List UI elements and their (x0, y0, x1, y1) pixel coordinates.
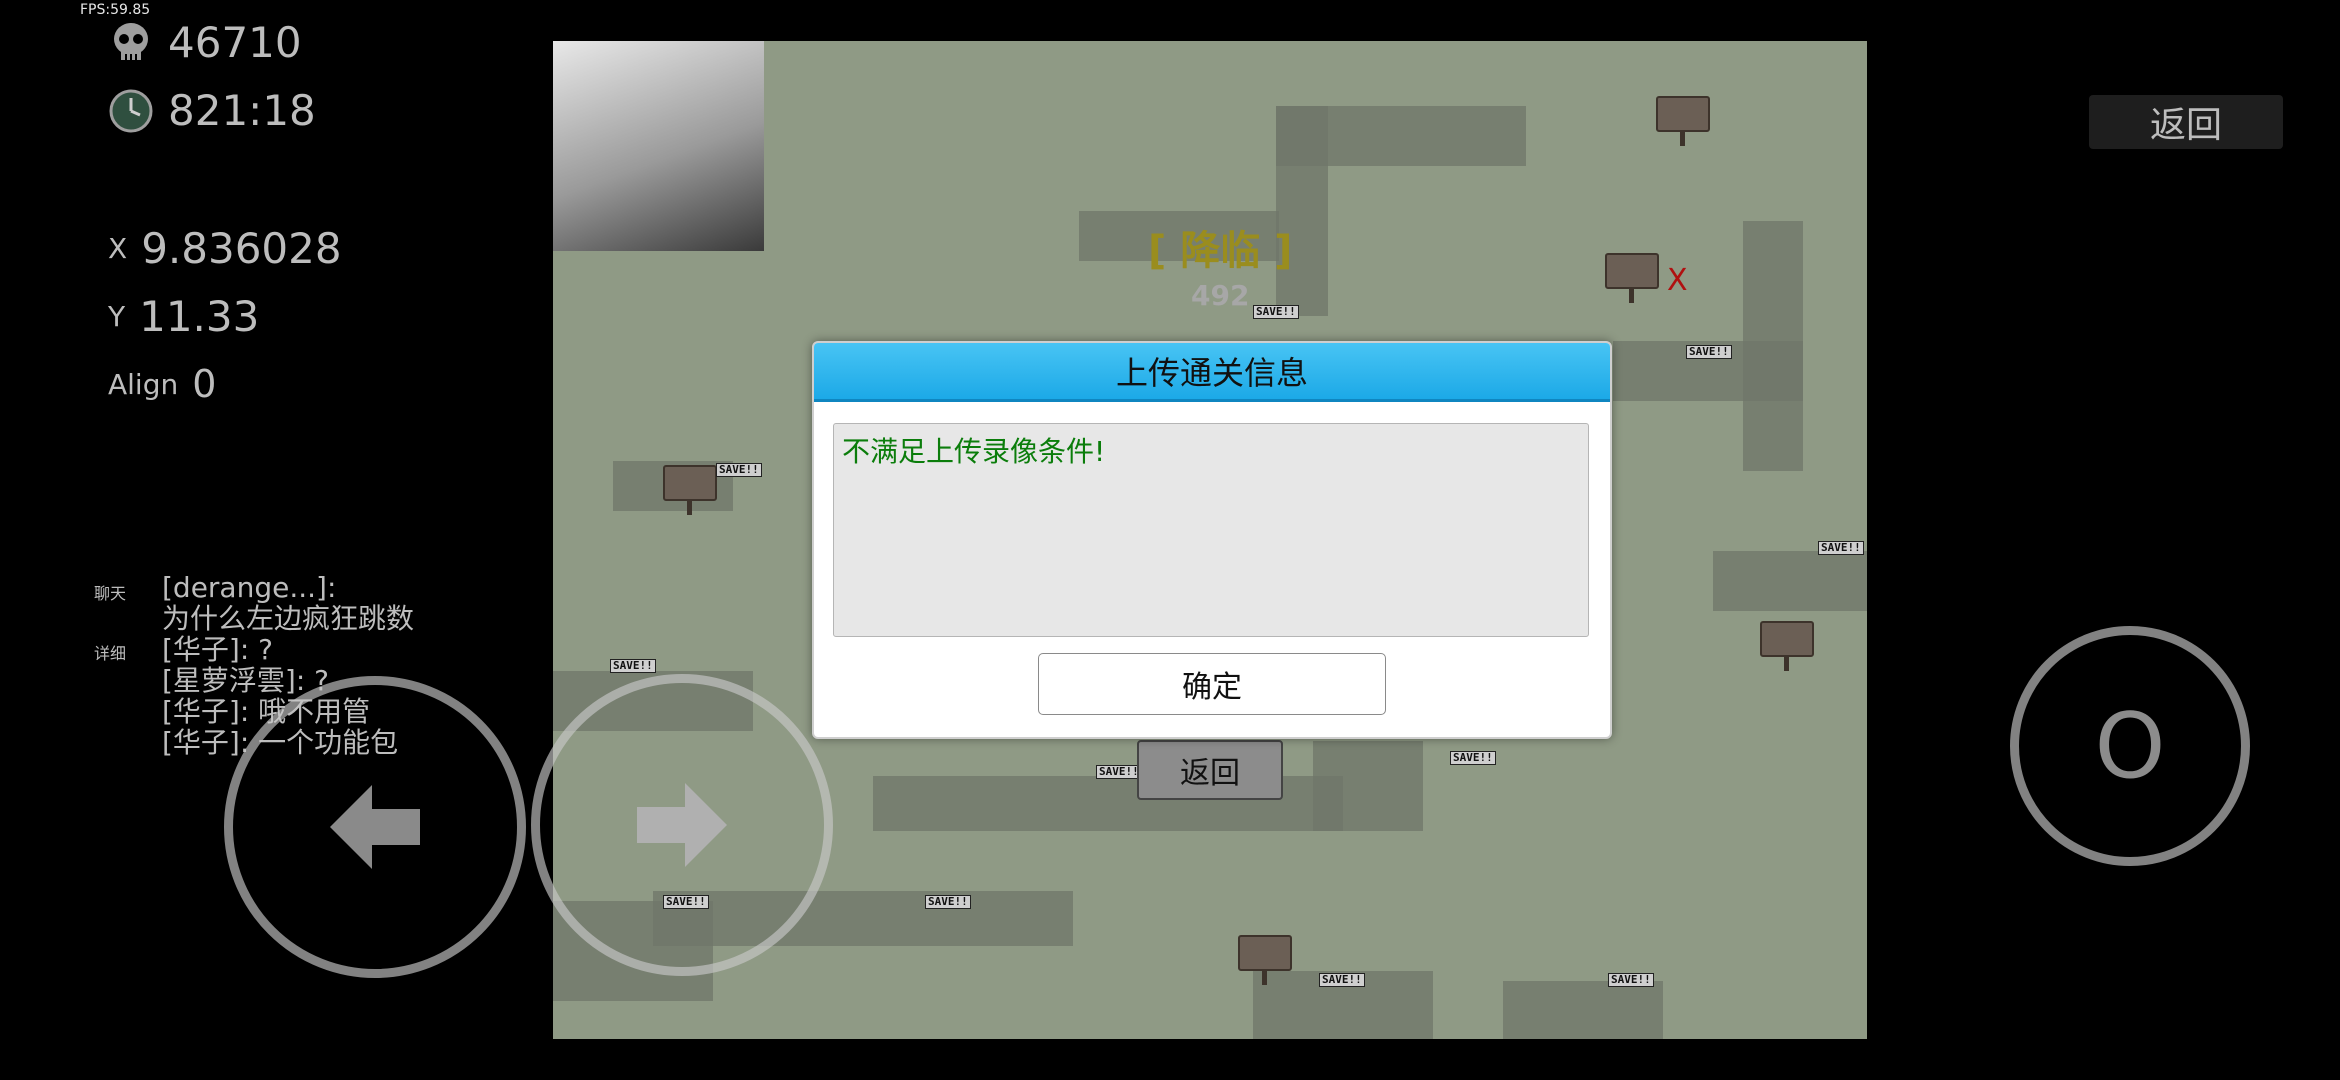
upload-dialog: 上传通关信息 不满足上传录像条件! 确定 (812, 341, 1612, 739)
terrain-block (1313, 741, 1423, 831)
x-coordinate: X 9.836028 (108, 224, 342, 273)
terrain-block (1503, 981, 1663, 1039)
dialog-message-box: 不满足上传录像条件! (833, 423, 1589, 637)
save-point: SAVE!! (1818, 541, 1864, 555)
signpost (1605, 253, 1659, 303)
jump-button[interactable]: O (2010, 626, 2250, 866)
terrain-block (1276, 106, 1328, 316)
save-point: SAVE!! (610, 659, 656, 673)
dialog-message: 不满足上传录像条件! (842, 435, 1106, 468)
fps-counter: FPS:59.85 (80, 2, 151, 18)
signpost (1760, 621, 1814, 671)
move-left-button[interactable] (224, 676, 526, 978)
save-point: SAVE!! (1319, 973, 1365, 987)
character-portrait (553, 41, 764, 251)
chat-line: [华子]: ? (162, 633, 274, 666)
death-counter: 46710 (108, 18, 302, 67)
save-point: SAVE!! (1253, 305, 1299, 319)
signpost (663, 465, 717, 515)
return-button[interactable]: 返回 (2089, 95, 2283, 149)
x-marker: X (1667, 263, 1688, 298)
elapsed-time: 821:18 (168, 86, 316, 135)
align-indicator: Align 0 (108, 362, 217, 406)
chat-line: [derange...]: (162, 572, 337, 604)
chat-line: 为什么左边疯狂跳数 (162, 602, 415, 635)
chat-tab[interactable]: 聊天 (94, 580, 126, 604)
time-counter: 821:18 (108, 86, 316, 135)
y-coordinate: Y 11.33 (108, 292, 260, 341)
signpost (1656, 96, 1710, 146)
save-point: SAVE!! (1450, 751, 1496, 765)
signpost (1238, 935, 1292, 985)
confirm-button[interactable]: 确定 (1038, 653, 1386, 715)
arrow-left-icon (330, 785, 420, 869)
clock-icon (109, 89, 153, 132)
counter-label: 492 (1191, 279, 1250, 312)
terrain-block (1713, 551, 1867, 611)
save-point: SAVE!! (1686, 345, 1732, 359)
move-right-button[interactable] (531, 674, 833, 976)
save-point: SAVE!! (1096, 765, 1142, 779)
dialog-title: 上传通关信息 (814, 343, 1610, 402)
back-button-ingame[interactable]: 返回 (1137, 740, 1283, 800)
save-point: SAVE!! (1608, 973, 1654, 987)
stage-title: [ 降临 ] (1148, 228, 1293, 274)
arrow-right-icon (637, 783, 727, 867)
save-point: SAVE!! (716, 463, 762, 477)
skull-icon (114, 22, 148, 60)
detail-tab[interactable]: 详细 (94, 640, 126, 664)
save-point: SAVE!! (925, 895, 971, 909)
jump-button-label: O (2094, 693, 2166, 799)
death-count: 46710 (168, 18, 302, 67)
